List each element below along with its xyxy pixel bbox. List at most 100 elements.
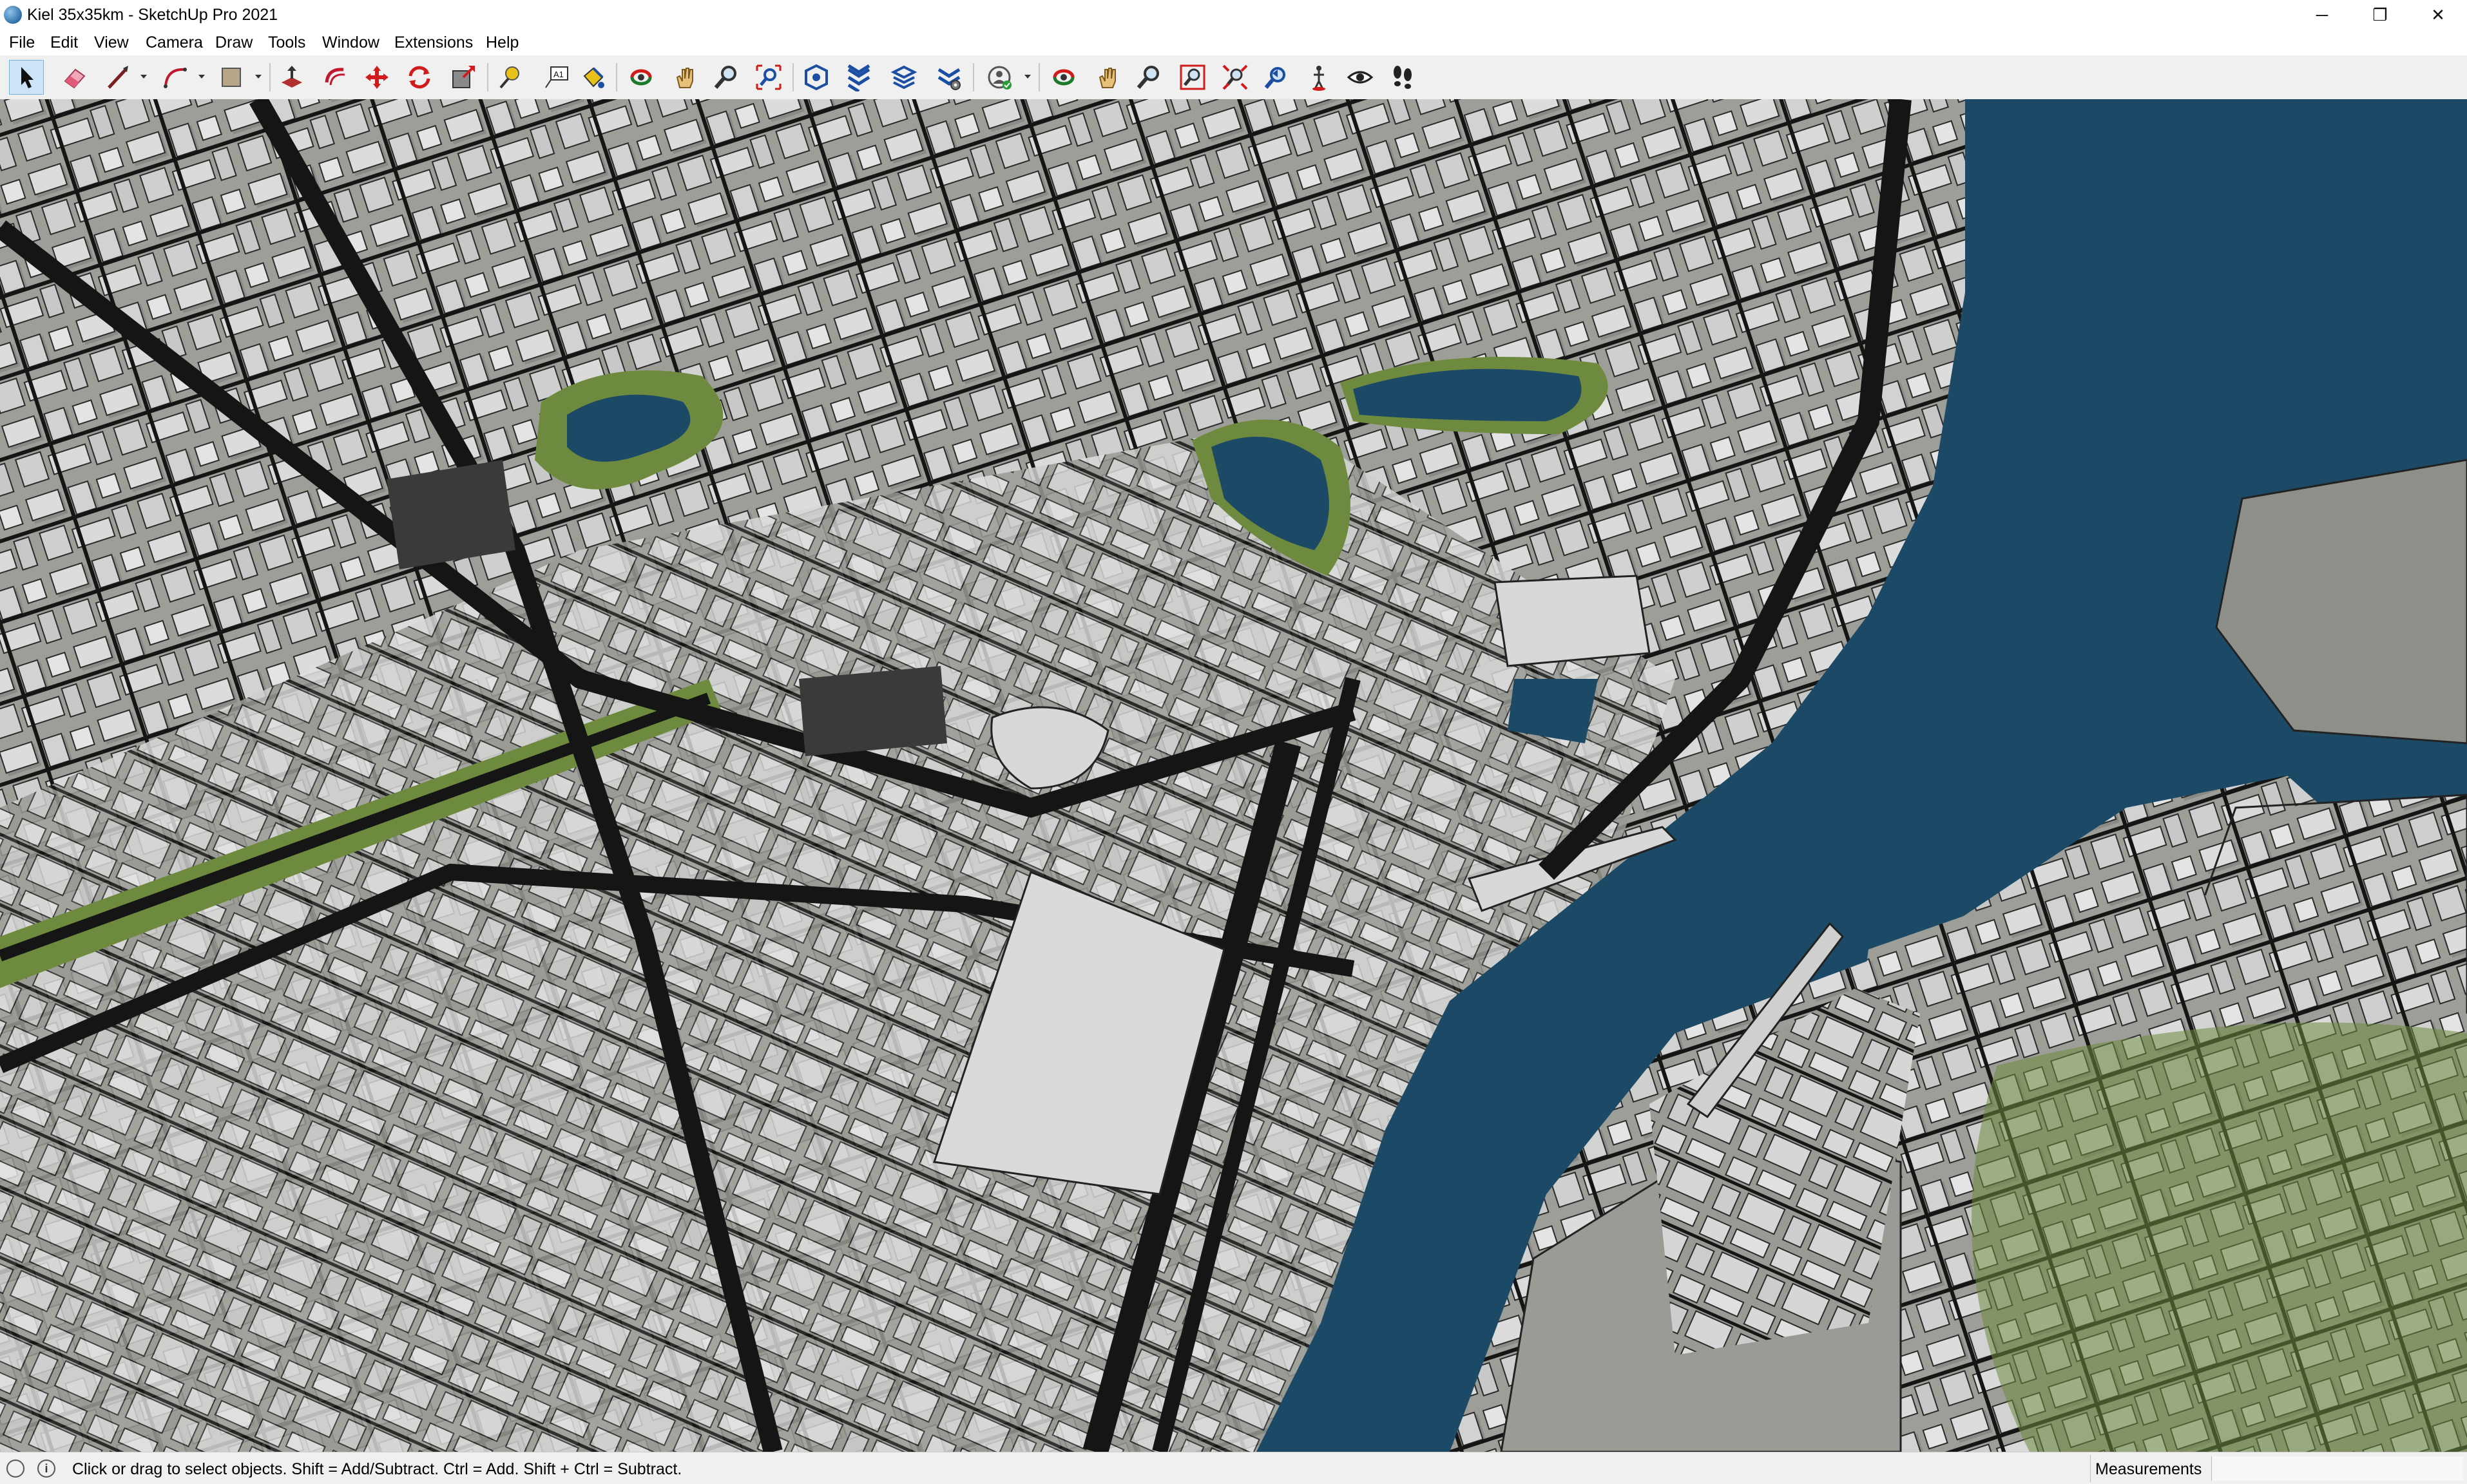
window-title: Kiel 35x35km - SketchUp Pro 2021 [27, 6, 278, 24]
status-message: Click or drag to select objects. Shift =… [72, 1460, 682, 1478]
zoom-window-icon [1180, 64, 1205, 90]
account-icon [988, 66, 1012, 90]
measurements-label: Measurements [2095, 1460, 2202, 1478]
toolbar-separator [616, 63, 617, 91]
rectangle-tool-icon [222, 68, 241, 87]
tape-measure-tool-button[interactable] [492, 60, 527, 95]
move-tool-icon [365, 66, 389, 89]
orbit-tool-icon [630, 69, 652, 86]
text-tool-icon: A1 [545, 66, 568, 88]
layout-send-button[interactable] [887, 60, 921, 95]
orbit-tool-button[interactable] [624, 60, 658, 95]
menu-edit[interactable]: Edit [50, 33, 78, 52]
zoom-camera-button[interactable] [1131, 60, 1166, 95]
status-divider [2090, 1455, 2091, 1482]
orbit-camera-icon [1053, 69, 1075, 86]
layout-send-icon [890, 65, 917, 90]
extension-warehouse-icon [847, 64, 870, 91]
account-button[interactable] [982, 60, 1017, 95]
rectangle-tool-dropdown-icon[interactable] [255, 75, 262, 79]
look-around-icon [1347, 71, 1374, 84]
previous-view-button[interactable] [1259, 60, 1294, 95]
account-dropdown-icon[interactable] [1024, 75, 1031, 79]
rotate-tool-button[interactable] [402, 60, 437, 95]
3d-warehouse-button[interactable] [799, 60, 834, 95]
title-bar: Kiel 35x35km - SketchUp Pro 2021 ─ ❐ ✕ [0, 0, 2467, 30]
text-tool-button[interactable]: A1 [539, 60, 573, 95]
svg-text:A1: A1 [553, 70, 564, 79]
walk-icon [1394, 66, 1412, 89]
extension-warehouse-button[interactable] [841, 60, 876, 95]
menu-bar: File Edit View Camera Draw Tools Window … [0, 30, 2467, 55]
previous-view-icon [1264, 67, 1285, 89]
offset-tool-button[interactable] [318, 60, 353, 95]
paint-bucket-tool-button[interactable] [576, 60, 611, 95]
select-tool-icon [21, 67, 34, 88]
arc-tool-icon [164, 68, 187, 88]
extension-manager-button[interactable] [932, 60, 966, 95]
close-button[interactable]: ✕ [2410, 0, 2466, 30]
menu-file[interactable]: File [9, 33, 35, 52]
toolbar-separator [487, 63, 488, 91]
push-pull-tool-icon [282, 66, 302, 88]
select-tool-button[interactable] [9, 60, 44, 95]
eraser-tool-icon [64, 68, 86, 89]
menu-help[interactable]: Help [486, 33, 519, 52]
look-around-button[interactable] [1343, 60, 1377, 95]
rotate-tool-icon [408, 66, 430, 89]
minimize-button[interactable]: ─ [2294, 0, 2350, 30]
3d-warehouse-icon [805, 64, 828, 91]
menu-window[interactable]: Window [322, 33, 379, 52]
rectangle-tool-button[interactable] [214, 60, 249, 95]
restore-icon: ❐ [2372, 5, 2388, 24]
menu-view[interactable]: View [94, 33, 129, 52]
city-model-3d-view[interactable] [0, 99, 2467, 1452]
menu-tools[interactable]: Tools [268, 33, 305, 52]
pan-tool-button[interactable] [667, 60, 702, 95]
arc-tool-button[interactable] [158, 60, 193, 95]
scale-tool-button[interactable] [446, 60, 481, 95]
toolbar-separator [1039, 63, 1040, 91]
line-tool-dropdown-icon[interactable] [140, 75, 147, 79]
close-icon: ✕ [2431, 5, 2445, 24]
position-camera-icon [1312, 66, 1325, 91]
geolocation-icon[interactable] [6, 1460, 24, 1478]
eraser-tool-button[interactable] [57, 60, 91, 95]
zoom-extents-camera-button[interactable] [1218, 60, 1253, 95]
model-viewport[interactable] [0, 99, 2467, 1452]
pan-camera-button[interactable] [1090, 60, 1125, 95]
push-pull-tool-button[interactable] [274, 60, 309, 95]
restore-button[interactable]: ❐ [2352, 0, 2408, 30]
info-icon[interactable]: i [37, 1460, 55, 1478]
minimize-icon: ─ [2316, 5, 2328, 24]
scale-tool-icon [452, 66, 475, 88]
line-tool-icon [108, 66, 128, 89]
toolbar-separator [792, 63, 794, 91]
zoom-window-button[interactable] [1175, 60, 1210, 95]
walk-button[interactable] [1385, 60, 1420, 95]
move-tool-button[interactable] [360, 60, 394, 95]
toolbar-separator [269, 63, 271, 91]
pan-tool-icon [676, 68, 693, 88]
zoom-tool-button[interactable] [709, 60, 744, 95]
paint-bucket-tool-icon [583, 67, 604, 88]
orbit-camera-button[interactable] [1046, 60, 1081, 95]
toolbar-separator [973, 63, 974, 91]
zoom-tool-icon [714, 66, 736, 89]
menu-camera[interactable]: Camera [146, 33, 203, 52]
status-bar: i Click or drag to select objects. Shift… [0, 1452, 2467, 1484]
zoom-camera-icon [1137, 66, 1159, 89]
zoom-extents-camera-icon [1222, 64, 1248, 90]
zoom-extents-tool-button[interactable] [751, 60, 786, 95]
zoom-extents-tool-icon [756, 64, 782, 90]
arc-tool-dropdown-icon[interactable] [198, 75, 205, 79]
measurements-input[interactable] [2211, 1456, 2463, 1481]
line-tool-button[interactable] [101, 60, 135, 95]
main-toolbar: A1 [0, 55, 2467, 100]
menu-extensions[interactable]: Extensions [394, 33, 473, 52]
extension-manager-icon [937, 68, 961, 90]
pan-camera-icon [1099, 68, 1116, 88]
position-camera-button[interactable] [1301, 60, 1336, 95]
menu-draw[interactable]: Draw [215, 33, 253, 52]
sketchup-app-icon[interactable] [4, 6, 22, 24]
